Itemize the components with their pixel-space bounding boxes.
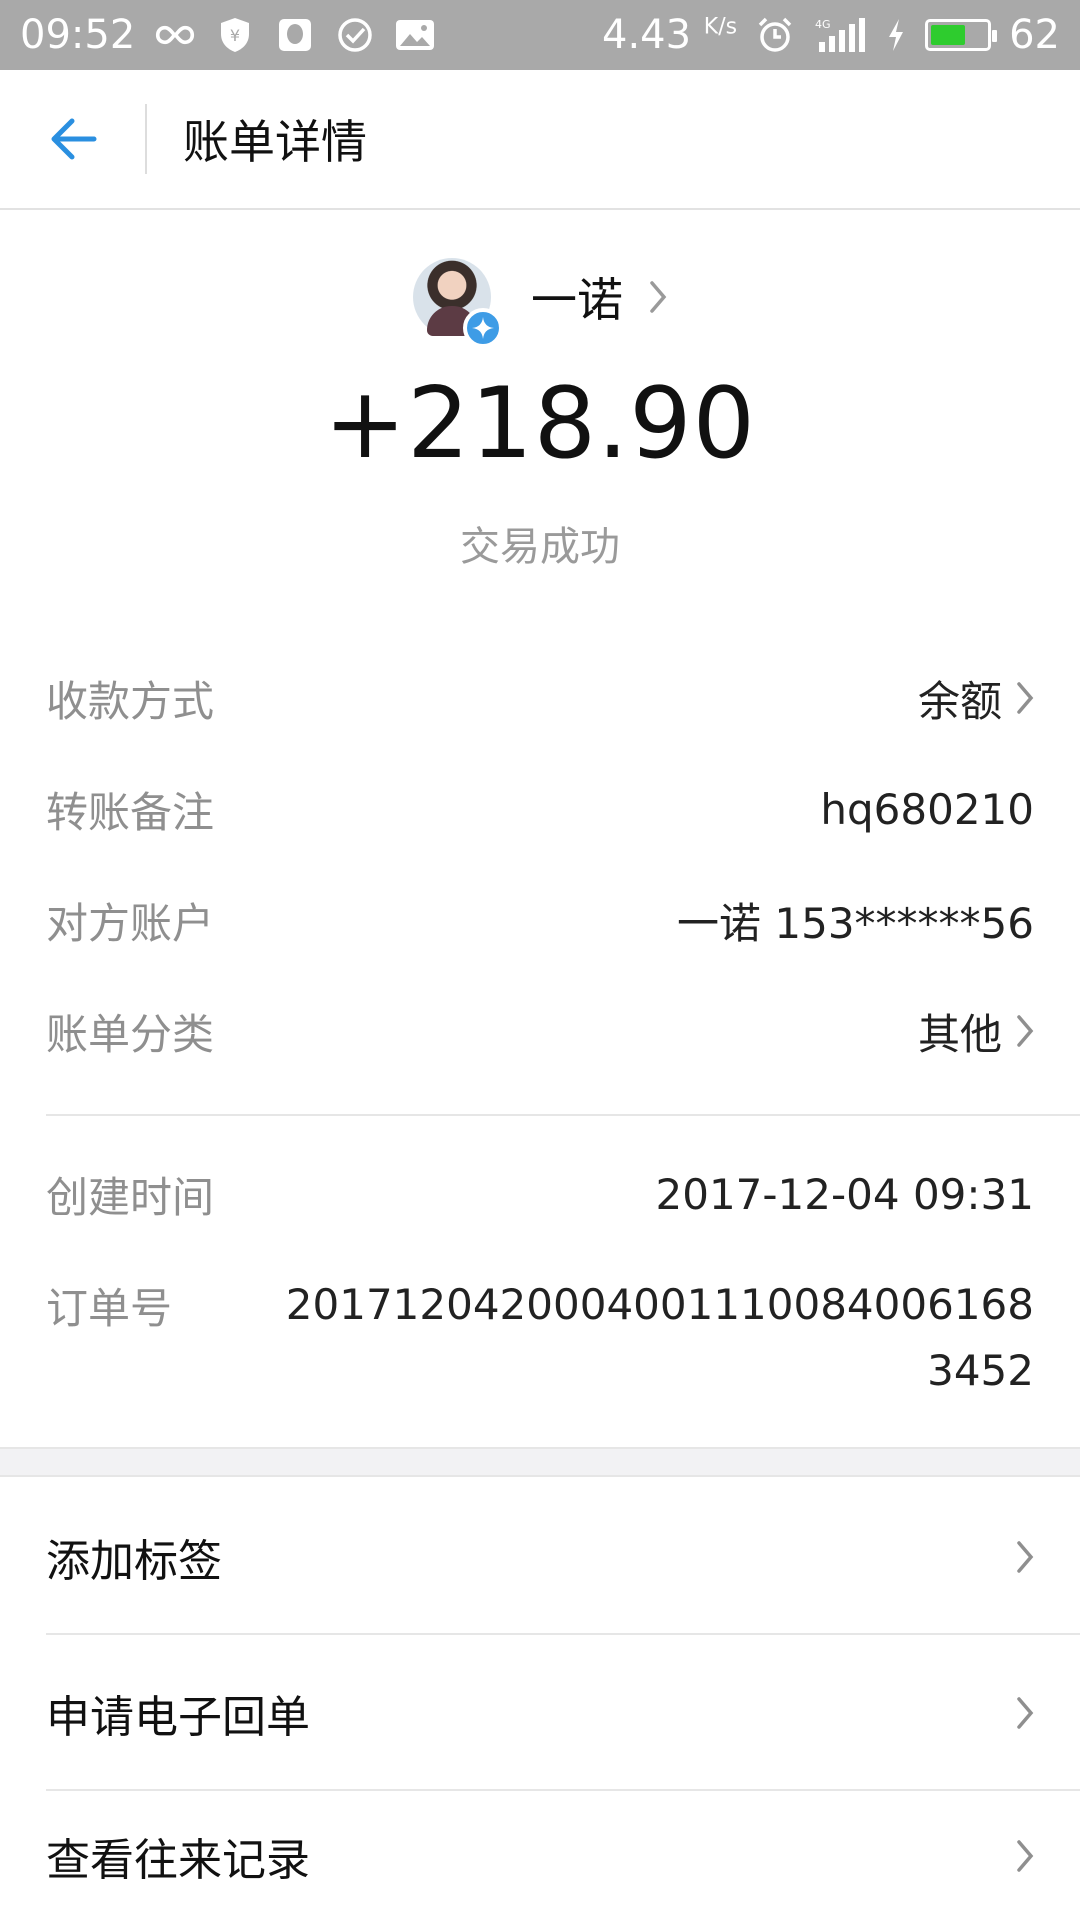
detail-row-payment-method[interactable]: 收款方式 余额 bbox=[46, 668, 1034, 728]
detail-label: 收款方式 bbox=[46, 676, 215, 726]
detail-row-category[interactable]: 账单分类 其他 bbox=[46, 1001, 1034, 1061]
detail-label: 订单号 bbox=[46, 1283, 173, 1333]
back-button[interactable] bbox=[0, 69, 145, 209]
order-number-value: 20171204200040011100840061683452 bbox=[285, 1280, 1034, 1395]
network-speed: 4.43 K/s bbox=[602, 12, 738, 58]
svg-text:4G: 4G bbox=[815, 18, 831, 31]
action-label: 查看往来记录 bbox=[46, 1834, 310, 1886]
detail-label: 对方账户 bbox=[46, 898, 215, 948]
status-bar: 09:52 ¥ 4.43 K/s 4G 62 bbox=[0, 0, 1080, 70]
app-header: 账单详情 bbox=[0, 70, 1080, 210]
chevron-right-icon bbox=[1016, 1540, 1034, 1574]
detail-row-order-number: 订单号 bbox=[46, 1275, 286, 1335]
detail-row-created-time: 创建时间 2017-12-04 09:31 bbox=[46, 1164, 1034, 1224]
detail-value: 其他 bbox=[917, 1009, 1002, 1059]
detail-value: 2017-12-04 09:31 bbox=[655, 1169, 1034, 1219]
detail-value: 余额 bbox=[917, 676, 1002, 726]
detail-row-counterparty: 对方账户 一诺 153******56 bbox=[46, 890, 1034, 950]
image-icon bbox=[395, 15, 435, 55]
verified-badge-icon bbox=[463, 308, 503, 348]
chevron-right-icon bbox=[649, 280, 667, 314]
svg-text:¥: ¥ bbox=[230, 26, 240, 45]
action-label: 申请电子回单 bbox=[46, 1691, 310, 1743]
avatar[interactable] bbox=[413, 258, 503, 348]
detail-label: 转账备注 bbox=[46, 787, 215, 837]
detail-label: 账单分类 bbox=[46, 1009, 215, 1059]
qq-icon bbox=[275, 15, 315, 55]
status-time: 09:52 bbox=[20, 12, 136, 58]
alarm-icon bbox=[755, 15, 795, 55]
section-gap bbox=[0, 1447, 1080, 1477]
infinity-icon bbox=[155, 15, 195, 55]
transaction-amount: +218.90 bbox=[323, 367, 757, 481]
detail-label: 创建时间 bbox=[46, 1172, 215, 1222]
payee-name[interactable]: 一诺 bbox=[531, 264, 623, 330]
page-title: 账单详情 bbox=[183, 115, 367, 169]
view-history-button[interactable]: 查看往来记录 bbox=[0, 1791, 1080, 1920]
chevron-right-icon bbox=[1016, 1696, 1034, 1730]
signal-icon: 4G bbox=[813, 15, 867, 55]
transaction-status: 交易成功 bbox=[460, 524, 620, 570]
battery-level bbox=[931, 25, 965, 45]
shield-yen-icon: ¥ bbox=[215, 15, 255, 55]
section-divider bbox=[46, 1114, 1080, 1116]
add-tag-button[interactable]: 添加标签 bbox=[0, 1479, 1080, 1634]
chevron-right-icon bbox=[1017, 1015, 1034, 1047]
header-divider bbox=[145, 104, 147, 174]
action-label: 添加标签 bbox=[46, 1535, 222, 1587]
detail-row-transfer-note: 转账备注 hq680210 bbox=[46, 779, 1034, 839]
detail-value: 一诺 153******56 bbox=[677, 898, 1034, 948]
battery-percent: 62 bbox=[1009, 12, 1060, 58]
chevron-right-icon bbox=[1017, 682, 1034, 714]
payee-row[interactable]: 一诺 bbox=[0, 252, 1080, 348]
battery-icon bbox=[925, 19, 998, 51]
back-arrow-icon bbox=[51, 118, 96, 160]
charging-icon bbox=[885, 15, 907, 55]
check-circle-icon bbox=[335, 15, 375, 55]
detail-value: hq680210 bbox=[820, 784, 1034, 834]
request-e-receipt-button[interactable]: 申请电子回单 bbox=[0, 1635, 1080, 1790]
chevron-right-icon bbox=[1016, 1839, 1034, 1873]
